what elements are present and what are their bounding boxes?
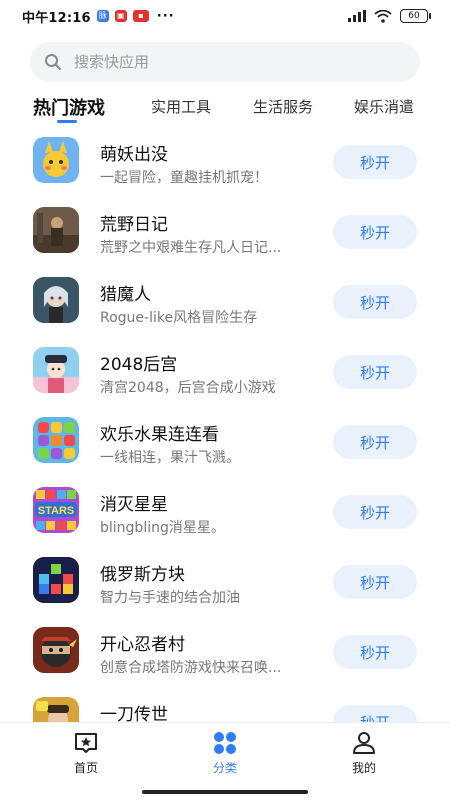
pop-stars-game-icon: STARS <box>33 487 79 533</box>
app-description: 荒野之中艰难生存凡人日记... <box>100 240 282 256</box>
palace-2048-game-icon <box>33 347 79 393</box>
open-app-button[interactable]: 秒开 <box>333 565 417 599</box>
battery-icon: 60 <box>400 9 431 23</box>
nav-home[interactable]: 首页 <box>51 731 121 776</box>
category-tabs: 热门游戏 实用工具 生活服务 娱乐消遣 <box>0 92 450 124</box>
profile-icon <box>353 732 375 754</box>
list-item[interactable]: 开心忍者村 创意合成塔防游戏快来召唤... 秒开 <box>0 620 450 690</box>
list-item[interactable]: 俄罗斯方块 智力与手速的结合加油 秒开 <box>0 550 450 620</box>
open-app-button[interactable]: 秒开 <box>333 635 417 669</box>
app-list[interactable]: 萌妖出没 一起冒险，童趣挂机抓宠！ 秒开 荒野日记 荒野之中艰难生存凡人日记..… <box>0 124 450 722</box>
app-name: 萌妖出没 <box>100 145 168 165</box>
tab-utilities[interactable]: 实用工具 <box>151 96 211 117</box>
app-name: 荒野日记 <box>100 215 168 235</box>
tab-entertainment[interactable]: 娱乐消遣 <box>354 96 414 117</box>
home-star-icon <box>75 733 97 753</box>
tetris-game-icon <box>33 557 79 603</box>
open-app-button[interactable]: 秒开 <box>333 495 417 529</box>
active-tab-indicator <box>57 120 77 123</box>
video-notification-icon: ▪ <box>132 10 149 22</box>
nav-profile-label: 我的 <box>351 761 376 775</box>
app-description: 一起冒险，童趣挂机抓宠！ <box>100 170 268 186</box>
open-app-button[interactable]: 秒开 <box>333 355 417 389</box>
app-description: Rogue-like风格冒险生存 <box>100 310 258 326</box>
list-item[interactable]: 猎魔人 Rogue-like风格冒险生存 秒开 <box>0 270 450 340</box>
nav-home-label: 首页 <box>73 761 98 775</box>
open-app-button[interactable]: 秒开 <box>333 285 417 319</box>
app-notification-icon: 脉 <box>96 10 109 22</box>
app-name: 2048后宫 <box>100 355 178 375</box>
app-description: 创意合成塔防游戏快来召唤... <box>100 660 282 676</box>
open-app-button[interactable]: 秒开 <box>333 705 417 722</box>
app-name: 猎魔人 <box>100 285 151 305</box>
app-name: 消灭星星 <box>100 495 168 515</box>
status-bar: 中午12:16 脉 ▣ ▪ ··· 60 <box>0 0 450 32</box>
nav-profile[interactable]: 我的 <box>329 731 399 776</box>
ninja-village-game-icon <box>33 627 79 673</box>
more-notifications-icon: ··· <box>156 8 175 24</box>
app-description: 一线相连，果汁飞溅。 <box>100 450 240 466</box>
demon-hunter-game-icon <box>33 277 79 323</box>
cute-monster-game-icon <box>33 137 79 183</box>
open-app-button[interactable]: 秒开 <box>333 425 417 459</box>
list-item[interactable]: 2048后宫 清宫2048，后宫合成小游戏 秒开 <box>0 340 450 410</box>
app-name: 一刀传世 <box>100 705 168 722</box>
list-item[interactable]: STARS 消灭星星 blingbling消星星。 秒开 <box>0 480 450 550</box>
search-bar[interactable] <box>30 42 420 82</box>
svg-text:STARS: STARS <box>38 505 74 517</box>
nav-category[interactable]: 分类 <box>190 731 260 776</box>
nav-category-label: 分类 <box>212 761 237 775</box>
status-time: 中午12:16 <box>22 10 91 26</box>
app-description: 智力与手速的结合加油 <box>100 590 240 606</box>
open-app-button[interactable]: 秒开 <box>333 215 417 249</box>
app-description: blingbling消星星。 <box>100 520 225 536</box>
wifi-icon <box>374 9 392 23</box>
news-notification-icon: ▣ <box>114 10 127 22</box>
app-name: 开心忍者村 <box>100 635 185 655</box>
signal-icon <box>348 10 366 22</box>
tab-life-services[interactable]: 生活服务 <box>253 96 313 117</box>
blade-legend-game-icon <box>33 697 79 722</box>
category-grid-icon <box>214 732 236 754</box>
app-name: 俄罗斯方块 <box>100 565 185 585</box>
tab-hot-games[interactable]: 热门游戏 <box>33 94 105 120</box>
app-name: 欢乐水果连连看 <box>100 425 219 445</box>
search-input[interactable] <box>72 52 376 72</box>
wilderness-survival-game-icon <box>33 207 79 253</box>
fruit-match-game-icon <box>33 417 79 463</box>
list-item[interactable]: 欢乐水果连连看 一线相连，果汁飞溅。 秒开 <box>0 410 450 480</box>
list-item[interactable]: 荒野日记 荒野之中艰难生存凡人日记... 秒开 <box>0 200 450 270</box>
app-description: 清宫2048，后宫合成小游戏 <box>100 380 276 396</box>
open-app-button[interactable]: 秒开 <box>333 145 417 179</box>
home-indicator[interactable] <box>142 790 308 794</box>
list-item[interactable]: 萌妖出没 一起冒险，童趣挂机抓宠！ 秒开 <box>0 130 450 200</box>
list-item[interactable]: 一刀传世 秒开 <box>0 690 450 722</box>
search-icon <box>45 54 61 70</box>
